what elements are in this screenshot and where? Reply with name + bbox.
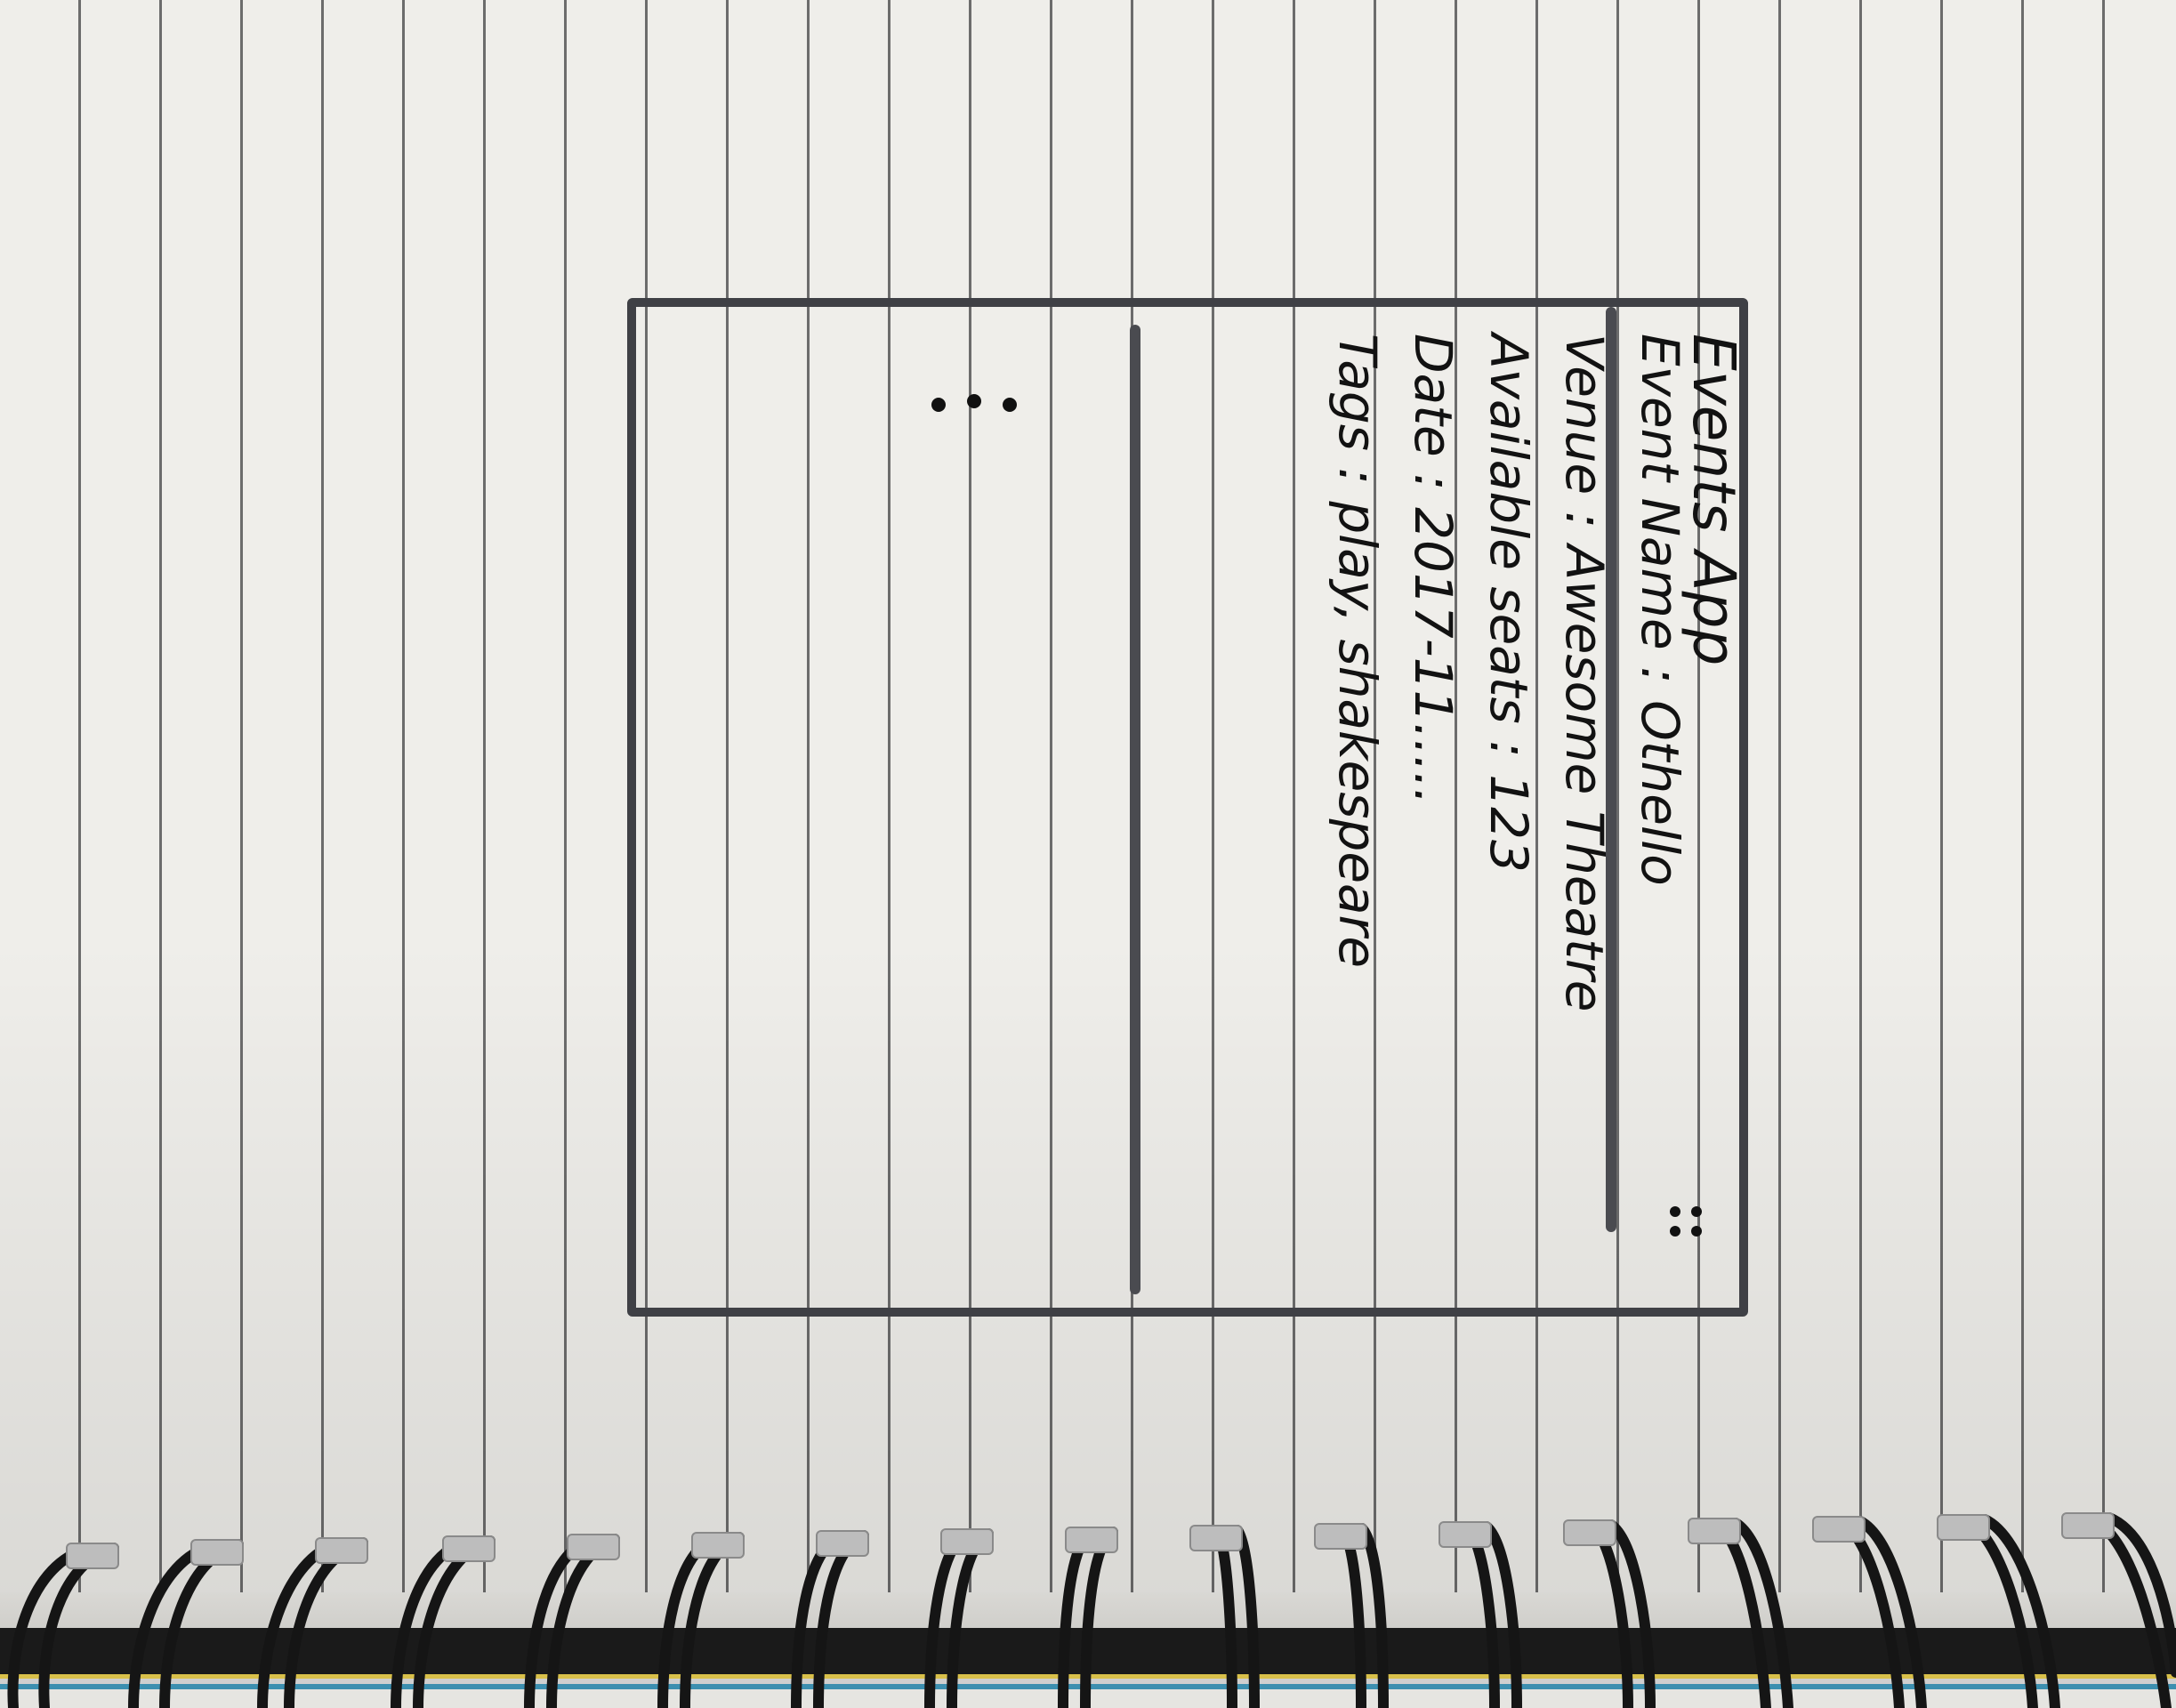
seats-value: 123: [1479, 774, 1539, 873]
tags-row[interactable]: Tags : play, shakespeare: [1327, 334, 1388, 968]
event-name-row[interactable]: Event Name : Othello: [1630, 334, 1690, 886]
ellipsis-icon: [931, 394, 1017, 412]
overflow-menu-icon[interactable]: [1659, 1192, 1713, 1245]
label-separator: :: [1479, 723, 1539, 775]
app-wireframe: Events App Event Name : Othello Venue : …: [627, 298, 1748, 1317]
seats-row[interactable]: Available seats : 123: [1479, 334, 1539, 873]
label-separator: :: [1327, 450, 1388, 502]
date-label: Date: [1403, 334, 1463, 457]
spiral-binding-icon: [7, 1512, 2176, 1708]
label-separator: :: [1403, 456, 1463, 508]
label-separator: :: [1554, 495, 1615, 545]
venue-label: Venue: [1554, 334, 1615, 495]
notebook-page: Events App Event Name : Othello Venue : …: [0, 0, 2176, 1708]
venue-row[interactable]: Venue : Awesome Theatre: [1554, 334, 1615, 1011]
event-card-divider: [1130, 325, 1140, 1294]
label-separator: :: [1630, 649, 1690, 701]
venue-value: Awesome Theatre: [1554, 544, 1615, 1012]
date-row[interactable]: Date : 2017-11.....: [1403, 334, 1463, 805]
date-value: 2017-11.....: [1403, 507, 1463, 805]
seats-label: Available seats: [1479, 334, 1539, 724]
event-name-label: Event Name: [1630, 334, 1690, 650]
tags-label: Tags: [1327, 334, 1388, 451]
event-name-value: Othello: [1630, 700, 1690, 886]
tags-value: play, shakespeare: [1327, 501, 1388, 969]
